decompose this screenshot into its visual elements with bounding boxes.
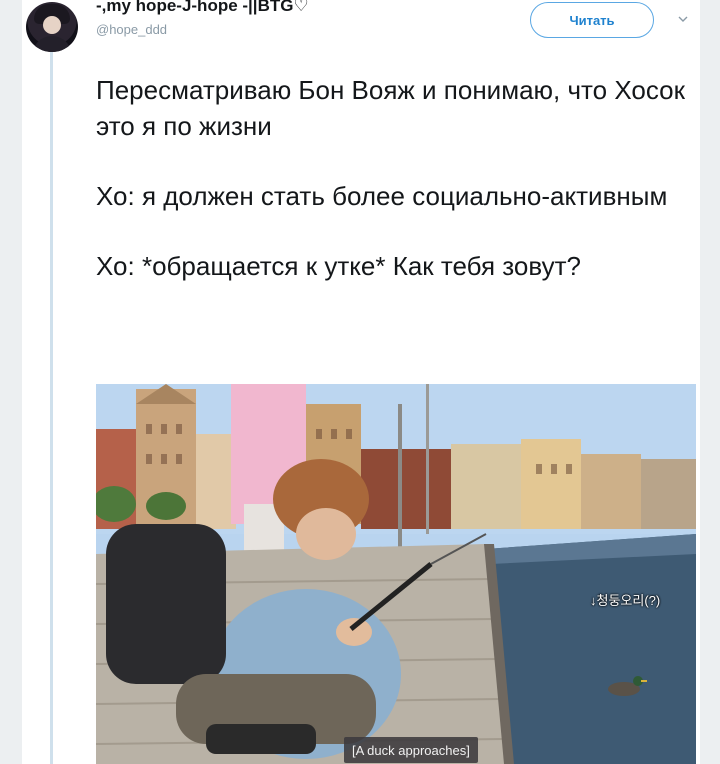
- user-display-name[interactable]: -,my hope-J-hope -||BTG♡: [96, 0, 309, 16]
- tweet-text: Пересматриваю Бон Вояж и понимаю, что Хо…: [96, 72, 696, 318]
- photo-caption: [A duck approaches]: [344, 737, 478, 763]
- follow-button[interactable]: Читать: [530, 2, 654, 38]
- korean-annotation: ↓청둥오리(?): [590, 593, 661, 608]
- tweet-paragraph-3: Хо: *обращается к утке* Как тебя зовут?: [96, 251, 581, 281]
- thread-line: [50, 50, 53, 764]
- right-border: [700, 0, 720, 764]
- tweet-paragraph-1: Пересматриваю Бон Вояж и понимаю, что Хо…: [96, 75, 685, 141]
- tweet-photo[interactable]: [96, 384, 696, 764]
- user-handle[interactable]: @hope_ddd: [96, 22, 167, 37]
- chevron-down-icon[interactable]: [678, 14, 688, 24]
- tweet-paragraph-2: Хо: я должен стать более социально-актив…: [96, 181, 668, 211]
- tweet-card: -,my hope-J-hope -||BTG♡ @hope_ddd Читат…: [0, 0, 720, 764]
- avatar[interactable]: [26, 2, 78, 52]
- left-border: [0, 0, 22, 764]
